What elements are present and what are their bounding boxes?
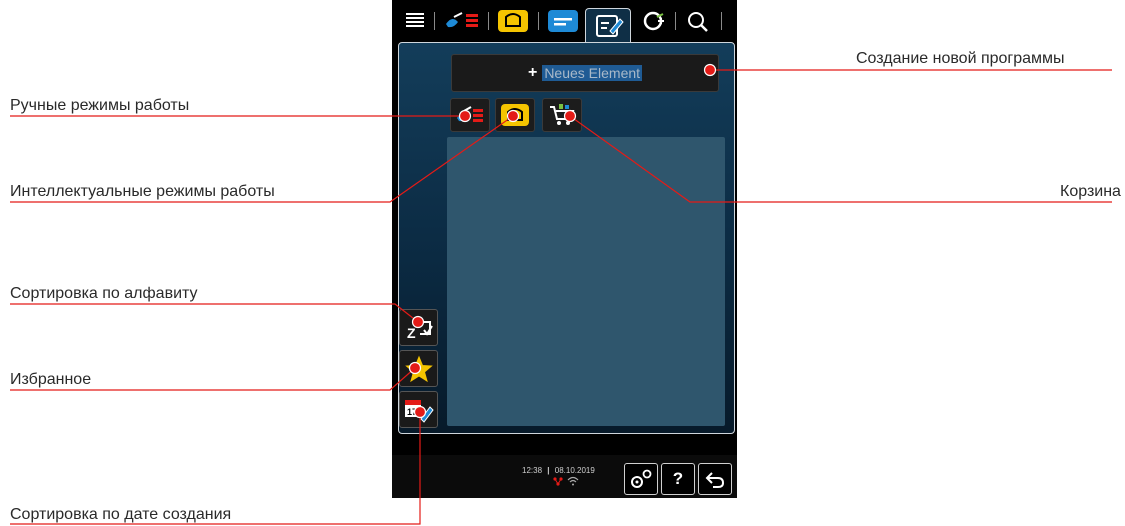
basket-button[interactable] — [542, 98, 582, 132]
favorites-star-icon — [404, 355, 433, 382]
back-button[interactable] — [698, 463, 732, 495]
tab-programs[interactable] — [543, 6, 583, 36]
status-separator: | — [547, 466, 550, 475]
manual-cooking-icon — [457, 106, 483, 122]
network-status — [552, 476, 579, 488]
wifi-icon — [567, 476, 578, 486]
tab-manual-cooking[interactable] — [440, 6, 484, 36]
status-date: 08.10.2019 — [554, 466, 595, 475]
svg-text:Z: Z — [407, 325, 416, 341]
basket-icon — [550, 104, 575, 125]
tab-bar — [392, 0, 737, 45]
tab-menu[interactable] — [400, 6, 430, 36]
annotation-sort-date: Сортировка по дате создания — [10, 506, 232, 523]
annotation-new-program: Создание новой программы — [856, 50, 1065, 67]
plus-icon: + — [527, 64, 538, 81]
cleaning-icon — [643, 11, 664, 31]
device-screen: + Neues Element Z 17 12:38 | 08.10.2019 … — [392, 0, 737, 498]
annotation-intelligent-modes: Интеллектуальные режимы работы — [10, 183, 275, 200]
tab-search[interactable] — [681, 6, 715, 36]
annotation-basket: Корзина — [1060, 183, 1121, 200]
help-icon: ? — [672, 469, 684, 488]
help-button[interactable]: ? — [661, 463, 695, 495]
status-clock: 12:38 | 08.10.2019 — [522, 466, 595, 475]
favorites-button[interactable] — [399, 350, 438, 387]
status-time: 12:38 — [522, 466, 543, 475]
settings-gears-icon — [631, 469, 652, 488]
back-arrow-icon — [705, 472, 725, 488]
intelligent-modes-button[interactable] — [495, 98, 535, 132]
intelligent-cooking-icon — [501, 104, 529, 126]
tab-programming-active[interactable] — [585, 8, 631, 45]
sort-date-button[interactable]: 17 — [399, 391, 438, 428]
search-icon — [688, 12, 708, 32]
programming-edit-icon — [596, 15, 624, 37]
tab-cleaning[interactable] — [637, 6, 671, 36]
sort-alphabetical-button[interactable]: Z — [399, 309, 438, 346]
menu-icon — [406, 13, 424, 27]
sort-alphabetical-icon: Z — [407, 320, 433, 341]
programs-icon — [548, 10, 578, 32]
new-element-label: Neues Element — [542, 65, 643, 81]
bottom-bar: 12:38 | 08.10.2019 ? — [392, 455, 737, 498]
annotation-favorites: Избранное — [10, 371, 92, 388]
network-icon — [553, 477, 563, 486]
program-list-area[interactable] — [447, 137, 725, 426]
svg-text:17: 17 — [407, 407, 417, 417]
tab-intelligent-cooking[interactable] — [493, 6, 533, 36]
manual-modes-button[interactable] — [450, 98, 490, 132]
annotation-manual-modes: Ручные режимы работы — [10, 97, 190, 114]
sort-date-icon: 17 — [404, 399, 434, 423]
annotation-sort-alpha: Сортировка по алфавиту — [10, 285, 198, 302]
new-element-button[interactable]: + Neues Element — [451, 54, 719, 92]
settings-button[interactable] — [624, 463, 658, 495]
manual-cooking-icon — [446, 12, 478, 28]
intelligent-cooking-icon — [498, 10, 528, 32]
